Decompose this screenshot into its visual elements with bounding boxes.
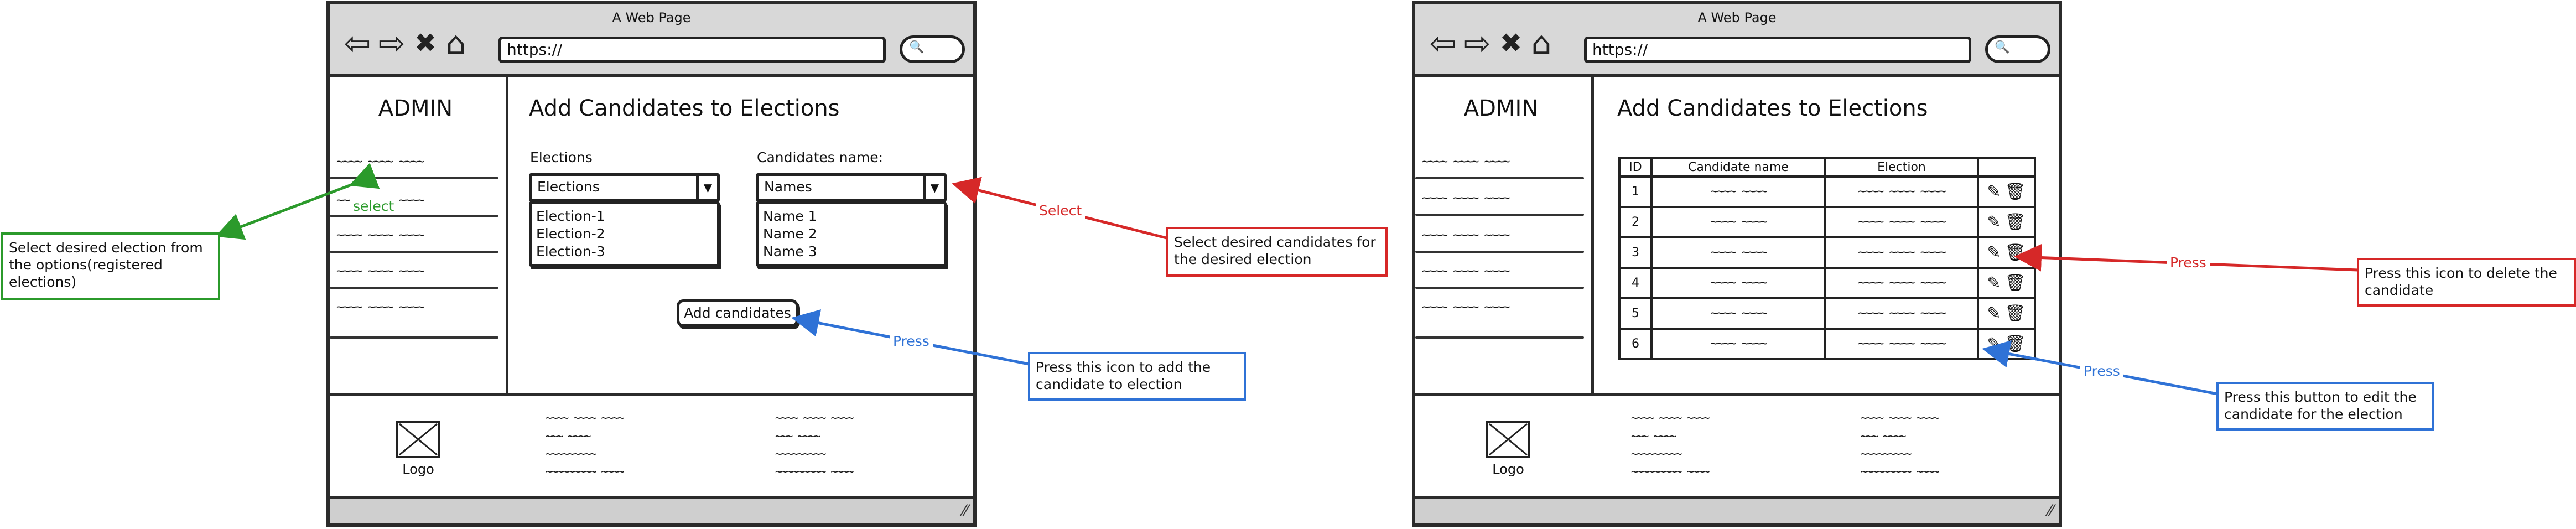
annotation-note-delete: Press this icon to delete the candidate <box>2357 258 2576 307</box>
annotation-tag-delete: Press <box>2167 255 2210 271</box>
annotation-arrow-select-election <box>215 163 380 240</box>
annotation-tag-select-election: select <box>350 198 398 214</box>
annotation-note-edit: Press this button to edit the candidate … <box>2216 382 2434 431</box>
annotation-note-select-election: Select desired election from the options… <box>1 232 220 300</box>
annotation-tag-select-candidates: Select <box>1036 203 1086 219</box>
annotation-tag-add: Press <box>890 333 933 349</box>
annotation-tag-edit: Press <box>2080 363 2123 379</box>
annotation-note-select-candidates: Select desired candidates for the desire… <box>1166 227 1388 277</box>
annotation-note-add: Press this icon to add the candidate to … <box>1028 352 1246 401</box>
